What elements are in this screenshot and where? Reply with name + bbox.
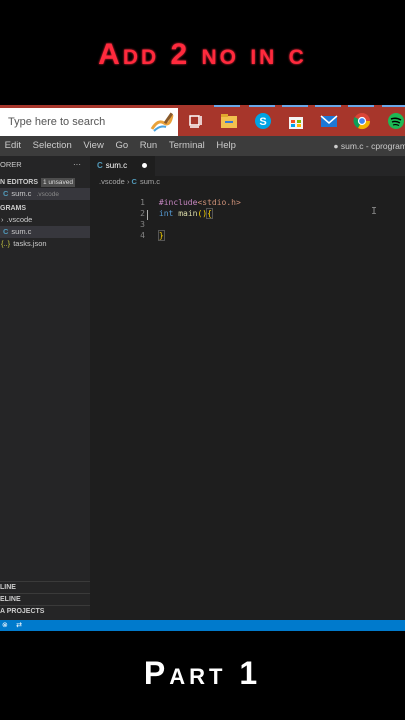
c-file-icon: C bbox=[3, 189, 9, 198]
search-placeholder: Type here to search bbox=[8, 116, 106, 128]
menu-run[interactable]: Run bbox=[140, 136, 157, 156]
breadcrumb-file[interactable]: sum.c bbox=[140, 177, 160, 186]
open-editors-label: N EDITORS bbox=[0, 179, 38, 186]
skype-icon[interactable]: S bbox=[253, 111, 273, 131]
open-brace: { bbox=[206, 208, 213, 219]
spotify-icon[interactable] bbox=[386, 111, 405, 131]
svg-text:S: S bbox=[259, 116, 266, 128]
line-number: 4 bbox=[140, 231, 145, 240]
code-line-2: 2 int main(){ bbox=[90, 197, 213, 219]
screen-capture: Type here to search S Edit Selection Vie… bbox=[0, 105, 405, 631]
menu-terminal[interactable]: Terminal bbox=[169, 136, 205, 156]
projects-label: A PROJECTS bbox=[0, 608, 45, 615]
folder-label: GRAMS bbox=[0, 205, 27, 212]
editor-tab-bar: Csum.c bbox=[90, 156, 405, 176]
json-file-icon: {..} bbox=[1, 239, 11, 248]
tree-item-label: .vscode bbox=[6, 215, 33, 224]
folder-header[interactable]: GRAMS bbox=[0, 202, 26, 214]
video-title-top: Add 2 no in c bbox=[98, 38, 307, 71]
chevron-right-icon: › bbox=[126, 177, 132, 186]
projects-section[interactable]: A PROJECTS bbox=[0, 605, 90, 617]
menu-go[interactable]: Go bbox=[115, 136, 128, 156]
tree-item-sum-c[interactable]: Csum.c bbox=[0, 226, 90, 238]
unsaved-badge: 1 unsaved bbox=[41, 178, 75, 187]
mail-icon[interactable] bbox=[319, 111, 339, 131]
c-file-icon: C bbox=[131, 177, 137, 186]
file-explorer-icon[interactable] bbox=[219, 111, 239, 131]
window-title: ● sum.c - cprogram bbox=[333, 141, 405, 151]
outline-label: LINE bbox=[0, 584, 16, 591]
open-editor-filename: sum.c bbox=[11, 189, 32, 198]
function-name: main bbox=[178, 209, 198, 218]
breadcrumb: .vscode › Csum.c bbox=[99, 177, 160, 186]
c-file-icon: C bbox=[3, 227, 9, 236]
menu-selection[interactable]: Selection bbox=[33, 136, 72, 156]
timeline-section[interactable]: ELINE bbox=[0, 593, 90, 605]
explorer-header: ORER bbox=[0, 159, 22, 171]
close-brace: } bbox=[157, 230, 165, 241]
explorer-title: ORER bbox=[0, 160, 22, 169]
tab-label: sum.c bbox=[105, 161, 128, 170]
outline-section[interactable]: LINE bbox=[0, 581, 90, 593]
windows-taskbar: Type here to search S bbox=[0, 105, 405, 136]
status-bar: ⊗ ⇄ bbox=[0, 620, 405, 631]
code-line-1: 1 #include<stdio.h> bbox=[90, 186, 241, 207]
more-actions-icon[interactable]: ··· bbox=[73, 159, 81, 171]
ibeam-cursor-icon: I bbox=[371, 206, 378, 217]
menu-view[interactable]: View bbox=[83, 136, 103, 156]
c-file-icon: C bbox=[97, 161, 103, 170]
timeline-label: ELINE bbox=[0, 596, 21, 603]
tree-item-label: tasks.json bbox=[13, 239, 47, 248]
video-title-bottom: Part 1 bbox=[143, 655, 262, 691]
menu-edit[interactable]: Edit bbox=[5, 136, 21, 156]
open-editor-item[interactable]: Csum.c .vscode bbox=[0, 188, 90, 200]
menu-help[interactable]: Help bbox=[216, 136, 236, 156]
unsaved-dot-icon[interactable] bbox=[142, 163, 147, 168]
search-highlight-art-icon bbox=[150, 112, 174, 132]
chrome-icon[interactable] bbox=[352, 111, 372, 131]
store-icon[interactable] bbox=[286, 111, 306, 131]
taskbar-search-box[interactable]: Type here to search bbox=[0, 108, 178, 136]
code-line-3: 3 bbox=[90, 208, 159, 229]
open-editors-header[interactable]: N EDITORS 1 unsaved bbox=[0, 176, 75, 188]
live-share-icon[interactable]: ⇄ bbox=[16, 621, 22, 629]
task-view-icon[interactable] bbox=[186, 111, 206, 131]
explorer-sidebar: ORER ··· N EDITORS 1 unsaved Csum.c .vsco… bbox=[0, 156, 90, 620]
chevron-right-icon: › bbox=[1, 215, 4, 224]
code-line-4: 4} bbox=[90, 219, 165, 241]
breadcrumb-folder[interactable]: .vscode bbox=[99, 177, 125, 186]
keyword-int: int bbox=[158, 209, 174, 218]
tab-sum-c[interactable]: Csum.c bbox=[90, 156, 155, 176]
open-editor-folder: .vscode bbox=[36, 191, 59, 198]
text-cursor bbox=[147, 210, 148, 220]
parens: () bbox=[197, 209, 208, 218]
tree-item-vscode[interactable]: › .vscode bbox=[0, 214, 32, 226]
remote-icon[interactable]: ⊗ bbox=[2, 621, 8, 629]
tree-item-tasks-json[interactable]: {..} tasks.json bbox=[0, 238, 47, 250]
tree-item-label: sum.c bbox=[11, 227, 32, 236]
menu-bar: Edit Selection View Go Run Terminal Help… bbox=[0, 136, 405, 156]
